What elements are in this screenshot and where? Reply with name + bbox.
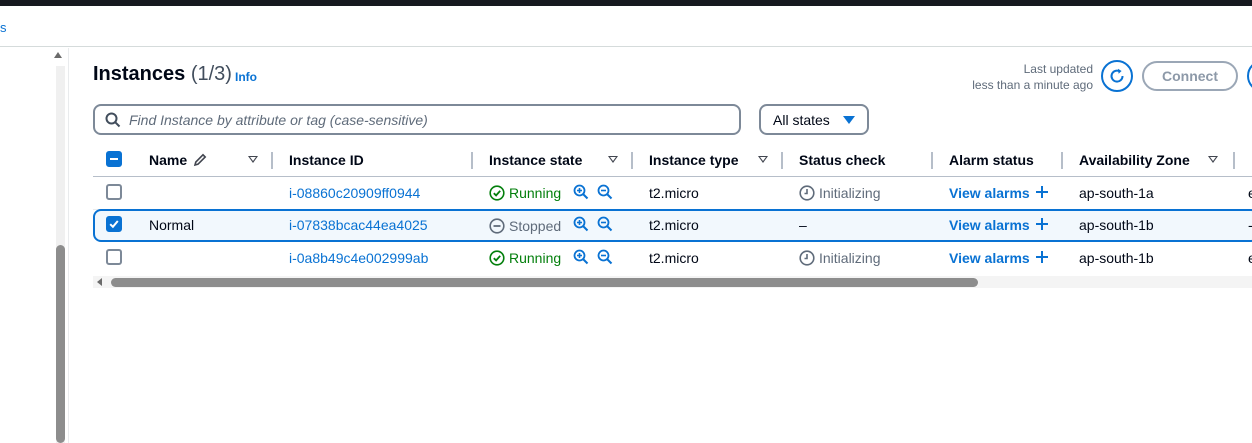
- running-status-icon: [489, 250, 505, 266]
- search-field[interactable]: [93, 104, 741, 135]
- last-updated: Last updated less than a minute ago: [930, 61, 1093, 93]
- clock-icon: [799, 185, 815, 201]
- cell-instance-type: t2.micro: [649, 185, 699, 201]
- cell-instance-state: Running: [509, 185, 562, 201]
- sort-icon-az[interactable]: [1208, 156, 1218, 163]
- stopped-status-icon: [489, 218, 505, 234]
- row-checkbox[interactable]: [106, 249, 122, 265]
- vertical-scrollbar-thumb[interactable]: [56, 245, 65, 443]
- plus-icon[interactable]: [1035, 250, 1049, 264]
- edit-pencil-icon[interactable]: [192, 152, 208, 168]
- cell-instance-id[interactable]: i-08860c20909ff0944: [289, 185, 420, 201]
- sort-icon-type[interactable]: [758, 156, 768, 163]
- cell-status-check: Initializing: [819, 185, 881, 201]
- connect-button[interactable]: Connect: [1142, 61, 1238, 91]
- plus-icon[interactable]: [1035, 185, 1049, 199]
- column-divider[interactable]: [781, 152, 783, 169]
- running-status-icon: [489, 185, 505, 201]
- page-title-text: Instances: [93, 63, 186, 85]
- refresh-button[interactable]: [1101, 60, 1133, 92]
- sort-icon-state[interactable]: [608, 156, 618, 163]
- scroll-up-icon[interactable]: [54, 52, 62, 58]
- checkmark-icon: [109, 220, 119, 229]
- clock-icon: [799, 250, 815, 266]
- sort-icon-name[interactable]: [248, 156, 258, 163]
- column-divider[interactable]: [1061, 152, 1063, 169]
- zoom-in-icon[interactable]: [573, 216, 589, 232]
- zoom-in-icon[interactable]: [573, 249, 589, 265]
- cell-instance-id[interactable]: i-0a8b49c4e002999ab: [289, 250, 428, 266]
- zoom-out-icon[interactable]: [597, 216, 613, 232]
- plus-icon[interactable]: [1035, 217, 1049, 231]
- scroll-left-icon[interactable]: [97, 278, 102, 286]
- states-dropdown-label: All states: [773, 111, 830, 128]
- info-link[interactable]: Info: [235, 70, 257, 84]
- refresh-icon: [1110, 68, 1124, 83]
- caret-down-icon: [843, 116, 855, 124]
- zoom-out-icon[interactable]: [597, 249, 613, 265]
- states-dropdown[interactable]: All states: [759, 104, 869, 135]
- cell-availability-zone: ap-south-1b: [1079, 217, 1154, 233]
- column-divider[interactable]: [471, 152, 473, 169]
- cell-instance-state: Running: [509, 250, 562, 266]
- view-alarms-link[interactable]: View alarms: [949, 217, 1030, 233]
- cell-status-check: Initializing: [819, 250, 881, 266]
- cell-instance-type: t2.micro: [649, 250, 699, 266]
- zoom-out-icon[interactable]: [597, 184, 613, 200]
- search-input[interactable]: [129, 111, 719, 128]
- page-title: Instances (1/3): [93, 63, 232, 86]
- select-all-checkbox[interactable]: [106, 151, 122, 167]
- horizontal-scrollbar-thumb[interactable]: [111, 278, 978, 287]
- search-icon: [105, 112, 121, 127]
- row-checkbox-checked[interactable]: [106, 216, 122, 232]
- cell-instance-id[interactable]: i-07838bcac44ea4025: [289, 217, 428, 233]
- cell-truncated: -: [1248, 217, 1252, 233]
- column-divider[interactable]: [931, 152, 933, 169]
- cell-instance-state: Stopped: [509, 218, 562, 234]
- column-divider[interactable]: [1233, 152, 1235, 169]
- cell-availability-zone: ap-south-1b: [1079, 250, 1154, 266]
- instance-state-button[interactable]: [1247, 60, 1252, 92]
- view-alarms-link[interactable]: View alarms: [949, 250, 1030, 266]
- breadcrumb: s: [0, 6, 1252, 47]
- row-checkbox[interactable]: [106, 184, 122, 200]
- column-divider[interactable]: [631, 152, 633, 169]
- column-divider[interactable]: [271, 152, 273, 169]
- cell-truncated: e: [1248, 250, 1252, 266]
- cell-truncated: e: [1248, 185, 1252, 201]
- instance-count: (1/3): [190, 63, 232, 85]
- cell-instance-type: t2.micro: [649, 217, 699, 233]
- last-updated-label: Last updated: [1023, 62, 1093, 76]
- cell-name: Normal: [149, 217, 195, 233]
- cell-availability-zone: ap-south-1a: [1079, 185, 1154, 201]
- view-alarms-link[interactable]: View alarms: [949, 185, 1030, 201]
- zoom-in-icon[interactable]: [573, 184, 589, 200]
- last-updated-value: less than a minute ago: [972, 78, 1093, 92]
- cell-status-check: –: [799, 217, 807, 233]
- breadcrumb-fragment[interactable]: s: [0, 20, 7, 35]
